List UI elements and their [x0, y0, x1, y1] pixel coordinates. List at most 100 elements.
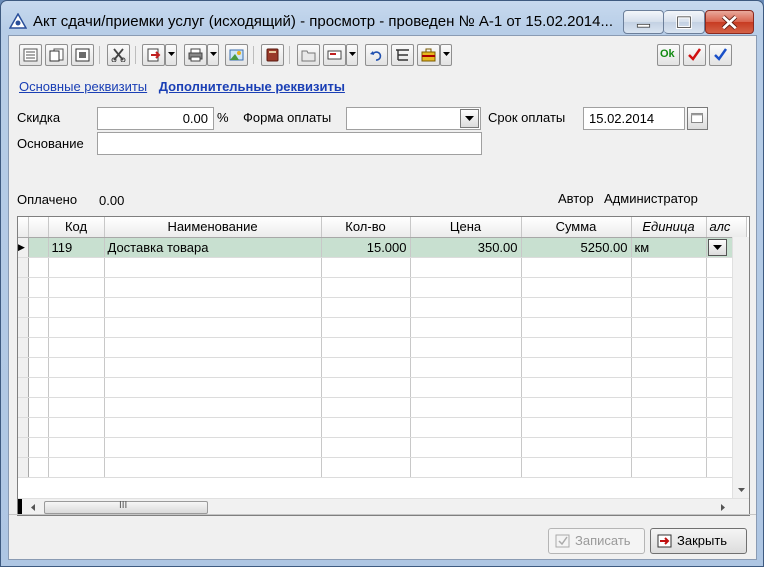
column-header-extra[interactable]: алс — [706, 217, 747, 238]
folder-icon — [301, 50, 316, 62]
paid-value: 0.00 — [99, 193, 125, 208]
list-icon — [23, 48, 38, 62]
column-header-code[interactable]: Код — [48, 217, 105, 238]
undo-button[interactable] — [365, 44, 388, 66]
delete-button[interactable] — [107, 44, 130, 66]
tab-strip: Основные реквизиты Дополнительные реквиз… — [17, 79, 345, 94]
column-header-sum[interactable]: Сумма — [521, 217, 632, 238]
book-icon — [266, 48, 279, 62]
scroll-grip: III — [119, 500, 128, 511]
app-window: Акт сдачи/приемки услуг (исходящий) - пр… — [0, 0, 764, 567]
due-date-field[interactable]: 15.02.2014 — [583, 107, 685, 130]
window-client-area: Ok Основные реквизиты Дополнительные рек… — [8, 35, 757, 560]
table-row[interactable] — [18, 377, 747, 398]
chevron-down-icon — [210, 52, 217, 56]
image-button[interactable] — [225, 44, 248, 66]
table-row[interactable] — [18, 417, 747, 438]
cell-price[interactable]: 350.00 — [410, 237, 522, 258]
grid-header-row: Код Наименование Кол-во Цена Сумма Едини… — [18, 217, 747, 238]
row-indicator-icon: ▶ — [18, 237, 29, 258]
apply-blue-button[interactable] — [709, 44, 732, 66]
discount-label: Скидка — [17, 110, 61, 125]
table-row[interactable] — [18, 257, 747, 278]
chevron-down-icon — [712, 244, 722, 250]
unit-dropdown-button[interactable] — [707, 238, 727, 256]
blue-checkmark-icon — [714, 48, 728, 61]
printer-icon — [188, 48, 203, 62]
chevron-down-icon — [349, 52, 356, 56]
scissors-icon — [111, 48, 126, 62]
print-button[interactable] — [184, 44, 207, 66]
cell-sum[interactable]: 5250.00 — [521, 237, 632, 258]
table-row[interactable] — [18, 397, 747, 418]
paid-label: Оплачено — [17, 192, 78, 207]
export-dropdown-button[interactable] — [165, 44, 177, 66]
window-title: Акт сдачи/приемки услуг (исходящий) - пр… — [33, 13, 613, 30]
due-date-label: Срок оплаты — [488, 110, 566, 125]
tab-additional-requisites[interactable]: Дополнительные реквизиты — [159, 79, 345, 94]
horizontal-scroll-thumb[interactable]: III — [44, 500, 208, 514]
minimize-button[interactable] — [623, 10, 664, 34]
briefcase-icon — [421, 48, 436, 62]
payment-form-dropdown-button[interactable] — [460, 109, 479, 128]
horizontal-scrollbar[interactable]: III — [18, 498, 749, 515]
scroll-down-icon — [738, 488, 745, 492]
hierarchy-icon — [396, 49, 409, 61]
column-header-unit[interactable]: Единица — [631, 217, 707, 238]
briefcase-dropdown-button[interactable] — [440, 44, 452, 66]
table-row[interactable] — [18, 457, 747, 478]
table-row[interactable] — [18, 437, 747, 458]
exit-icon — [657, 534, 672, 548]
table-row[interactable]: ▶ 119 Доставка товара 15.000 350.00 5250… — [18, 237, 747, 258]
picture-icon — [229, 49, 244, 61]
export-button[interactable] — [142, 44, 165, 66]
structure-button[interactable] — [391, 44, 414, 66]
apply-red-button[interactable] — [683, 44, 706, 66]
cell-unit[interactable]: км — [631, 237, 707, 258]
mail-button[interactable] — [323, 44, 346, 66]
discount-field[interactable]: 0.00 — [97, 107, 214, 130]
ok-button[interactable]: Ok — [657, 44, 680, 66]
cell-code[interactable]: 119 — [48, 237, 105, 258]
basis-field[interactable] — [97, 132, 482, 155]
open-folder-button[interactable] — [297, 44, 320, 66]
column-header-price[interactable]: Цена — [410, 217, 522, 238]
copy-document-button[interactable] — [45, 44, 68, 66]
cell-name[interactable]: Доставка товара — [104, 237, 322, 258]
toolbar: Ok — [9, 36, 756, 72]
briefcase-button[interactable] — [417, 44, 440, 66]
chevron-down-icon — [168, 52, 175, 56]
maximize-button[interactable] — [664, 10, 705, 34]
cell-qty[interactable]: 15.000 — [321, 237, 411, 258]
properties-icon — [75, 48, 90, 62]
journal-button[interactable] — [261, 44, 284, 66]
close-window-button[interactable] — [705, 10, 754, 34]
mail-dropdown-button[interactable] — [346, 44, 358, 66]
vertical-scrollbar[interactable] — [732, 237, 749, 498]
close-button-label: Закрыть — [677, 533, 728, 548]
table-row[interactable] — [18, 277, 747, 298]
ok-label: Ok — [660, 48, 675, 60]
save-icon — [555, 534, 570, 548]
save-button[interactable]: Записать — [548, 528, 645, 554]
table-row[interactable] — [18, 337, 747, 358]
table-row[interactable] — [18, 317, 747, 338]
close-button[interactable]: Закрыть — [650, 528, 747, 554]
export-document-icon — [147, 48, 161, 62]
minimize-icon — [636, 23, 651, 28]
undo-icon — [370, 51, 382, 61]
percent-sign: % — [217, 110, 229, 125]
title-bar: Акт сдачи/приемки услуг (исходящий) - пр… — [1, 1, 763, 35]
column-header-name[interactable]: Наименование — [104, 217, 322, 238]
list-view-button[interactable] — [19, 44, 42, 66]
calendar-button[interactable] — [687, 107, 708, 130]
calendar-icon — [691, 113, 703, 124]
table-row[interactable] — [18, 297, 747, 318]
print-dropdown-button[interactable] — [207, 44, 219, 66]
tab-main-requisites[interactable]: Основные реквизиты — [19, 79, 147, 94]
envelope-icon — [327, 50, 342, 60]
properties-button[interactable] — [71, 44, 94, 66]
table-row[interactable] — [18, 357, 747, 378]
app-logo-icon — [9, 13, 27, 29]
column-header-qty[interactable]: Кол-во — [321, 217, 411, 238]
